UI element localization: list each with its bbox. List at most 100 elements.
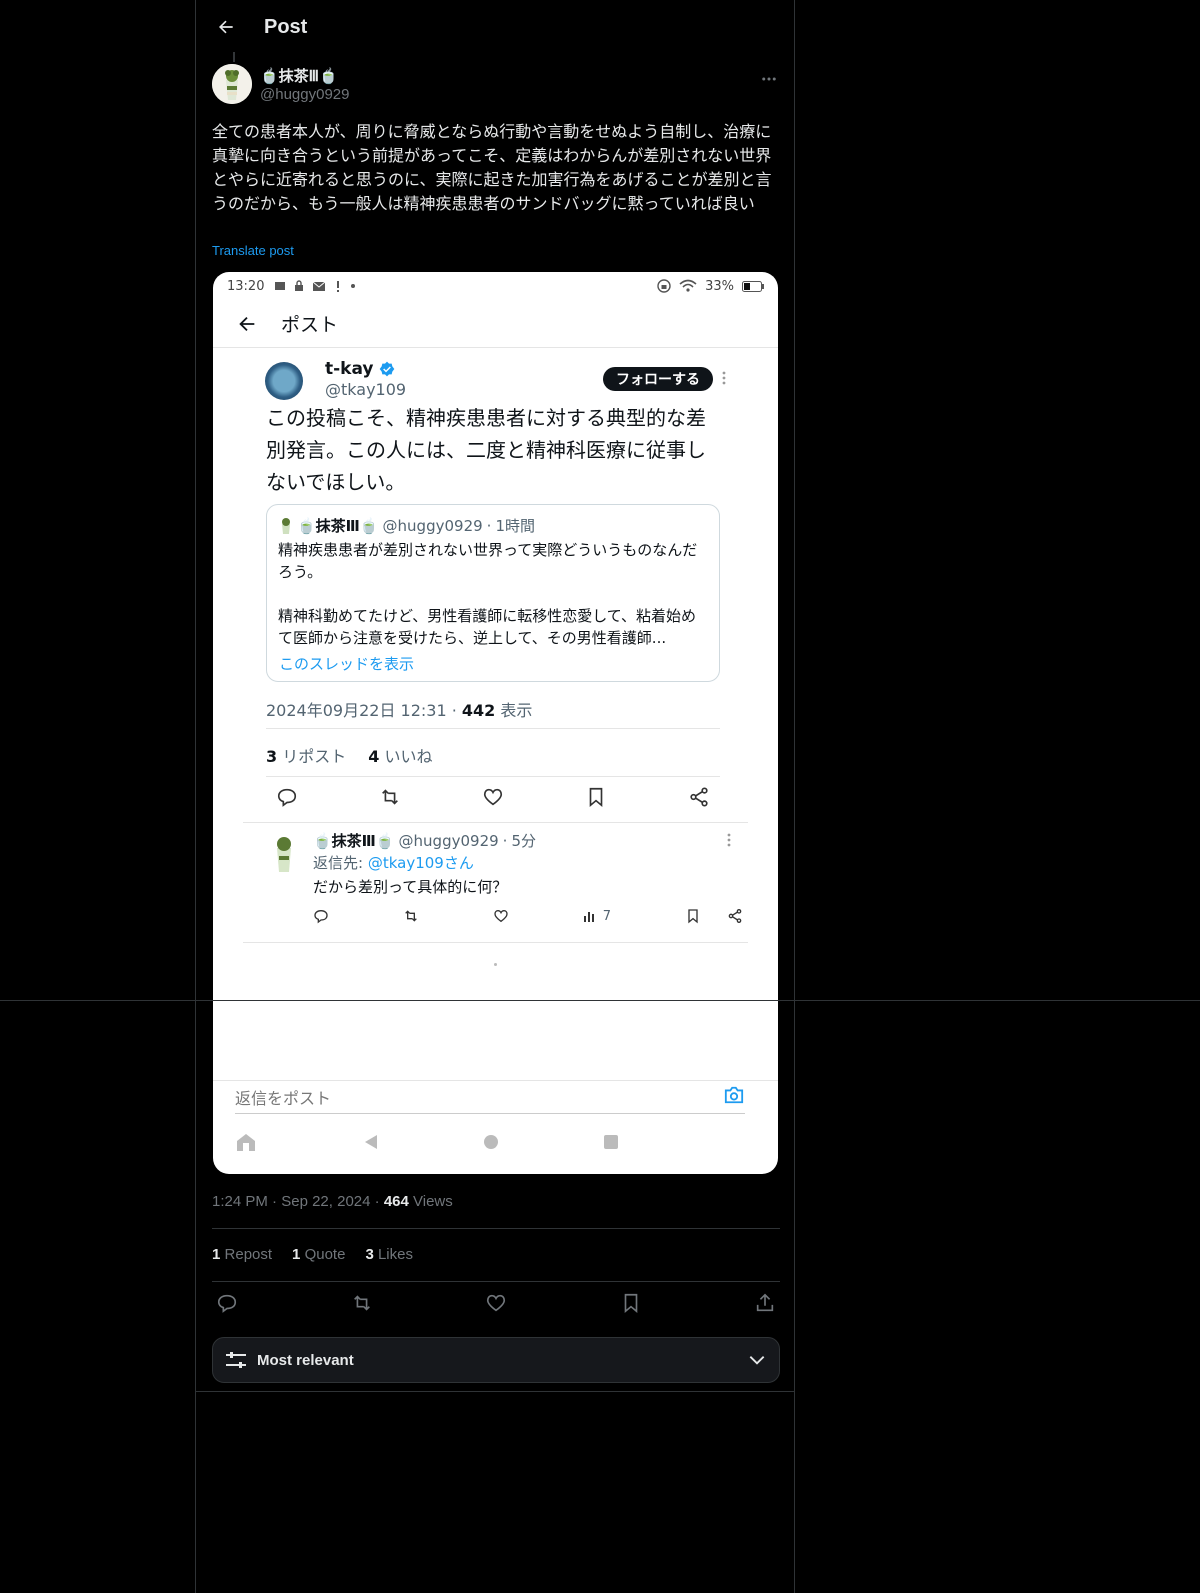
back-button[interactable] [198, 17, 254, 37]
reply-header: 🍵抹茶Ⅲ🍵 @huggy0929 · 5分 [313, 830, 536, 851]
divider [212, 1281, 780, 1282]
mail-icon [313, 281, 326, 291]
reply-views-count: 7 [602, 908, 612, 924]
lock-icon [295, 280, 304, 291]
post-time[interactable]: 1:24 PM [212, 1193, 268, 1210]
screenshot-more [721, 370, 727, 390]
author-handle[interactable]: @huggy0929 [260, 86, 349, 103]
parfait-icon [212, 64, 252, 104]
home-app-icon [237, 1134, 255, 1151]
post-views-label: Views [413, 1193, 453, 1210]
author-name[interactable]: 🍵抹茶Ⅲ🍵 [260, 65, 338, 86]
reply-name: 🍵抹茶Ⅲ🍵 [313, 832, 395, 850]
quotes-link[interactable]: 1 Quote [292, 1246, 345, 1263]
vpn-lock-icon [657, 279, 671, 293]
screenshot-reply: 🍵抹茶Ⅲ🍵 @huggy0929 · 5分 返信先: @tkay109さん だか… [243, 824, 748, 934]
post-date[interactable]: Sep 22, 2024 [281, 1193, 370, 1210]
share-button[interactable] [754, 1292, 776, 1322]
repost-button[interactable] [351, 1292, 373, 1322]
repost-icon [405, 910, 417, 922]
attached-image[interactable]: 13:20 33% ポスト t-kay @tkay109 フォローする この投稿… [213, 272, 778, 1174]
phone-status-bar: 13:20 33% [227, 276, 764, 296]
repost-icon [382, 789, 398, 805]
verified-icon [379, 361, 394, 377]
poster-name: t-kay [325, 359, 395, 379]
likes-link[interactable]: 3 Likes [365, 1246, 413, 1263]
status-time: 13:20 [227, 278, 265, 294]
like-icon [494, 909, 508, 923]
quoted-line-1: 精神疾患患者が差別されない世界って実際どういうものなんだろう。 [278, 541, 698, 581]
more-horizontal-icon [762, 77, 776, 81]
divider [196, 1391, 794, 1392]
arrow-left-icon [239, 316, 255, 331]
post-stats: 1 Repost 1 Quote 3 Likes [212, 1246, 413, 1263]
divider [212, 1228, 780, 1229]
battery-icon [742, 280, 764, 292]
quoted-name: 🍵抹茶Ⅲ🍵 [297, 517, 379, 535]
screenshot-stats: 3 リポスト 4 いいね [266, 743, 433, 767]
nav-back-icon [365, 1135, 377, 1149]
reply-avatar [269, 834, 299, 874]
screenshot-back-button [213, 313, 281, 335]
quoted-post: 🍵抹茶Ⅲ🍵 @huggy0929 · 1時間 精神疾患患者が差別されない世界って… [266, 504, 720, 682]
share-icon [756, 1293, 774, 1312]
screenshot-header: ポスト [213, 300, 778, 348]
like-icon [483, 788, 503, 806]
screenshot-post-text: この投稿こそ、精神疾患患者に対する典型的な差別発言。この人には、二度と精神科医療… [266, 406, 706, 494]
like-button[interactable] [485, 1292, 507, 1322]
share-icon [690, 787, 708, 807]
divider [266, 776, 720, 777]
bookmark-icon [688, 909, 698, 924]
overlay-line [0, 1000, 1200, 1001]
post-views-count: 464 [383, 1193, 409, 1210]
reply-actions: 7 [313, 908, 743, 924]
reply-icon [314, 909, 328, 924]
parfait-icon [277, 837, 291, 872]
page-header: Post [196, 0, 796, 54]
quoted-handle: @huggy0929 [382, 516, 483, 535]
screenshot-actions [266, 786, 720, 816]
reply-icon [217, 1294, 237, 1313]
screenshot-title: ポスト [281, 314, 339, 336]
more-button[interactable] [760, 70, 778, 92]
gallery-icon [275, 282, 286, 290]
main-column: Post 🍵抹茶Ⅲ🍵 @huggy0929 全ての患者本人が、周りに脅威とならぬ… [195, 0, 795, 1593]
divider [243, 942, 748, 943]
dot-icon [351, 284, 356, 288]
screenshot-meta: 2024年09月22日 12:31 · 442 表示 [266, 701, 533, 720]
screenshot-views-label: 表示 [500, 701, 533, 720]
sort-replies-dropdown[interactable]: Most relevant [212, 1337, 780, 1383]
quoted-age: 1時間 [495, 517, 535, 535]
bookmark-icon [589, 787, 603, 808]
loading-dot [494, 963, 497, 966]
like-icon [486, 1294, 506, 1312]
post-text: 全ての患者本人が、周りに脅威とならぬ行動や言動をせぬよう自制し、治療に真摯に向き… [212, 122, 772, 213]
reply-icon [277, 788, 297, 807]
android-nav-bar [213, 1122, 778, 1162]
camera-icon [724, 1086, 744, 1103]
reply-views: 7 [583, 909, 611, 924]
quoted-line-2: 精神科勤めてたけど、男性看護師に転移性恋愛して、粘着始めて医師から注意を受けたら… [278, 607, 697, 647]
wifi-icon [679, 279, 697, 292]
avatar[interactable] [212, 64, 252, 104]
screenshot-reply-box: 返信をポスト [235, 1080, 745, 1114]
poster-name-text: t-kay [325, 359, 374, 379]
translate-link[interactable]: Translate post [212, 243, 294, 258]
reposts-link[interactable]: 1 Repost [212, 1246, 272, 1263]
reposts-label: Repost [224, 1246, 273, 1263]
post-actions [212, 1292, 780, 1322]
reply-sep: · [502, 831, 508, 850]
quoted-post-header: 🍵抹茶Ⅲ🍵 @huggy0929 · 1時間 [279, 515, 535, 536]
reply-button[interactable] [216, 1292, 238, 1322]
bookmark-button[interactable] [620, 1292, 642, 1322]
chevron-down-icon [749, 1356, 765, 1365]
likes-count: 3 [365, 1246, 374, 1263]
reply-to-handle: @tkay109さん [367, 854, 474, 872]
follow-button: フォローする [603, 367, 713, 391]
nav-recents-icon [604, 1135, 618, 1149]
parfait-icon [282, 517, 290, 534]
thread-line [233, 52, 235, 62]
reply-to: 返信先: @tkay109さん [313, 852, 474, 873]
arrow-left-icon [219, 20, 233, 34]
reply-text: だから差別って具体的に何？ [313, 878, 508, 896]
